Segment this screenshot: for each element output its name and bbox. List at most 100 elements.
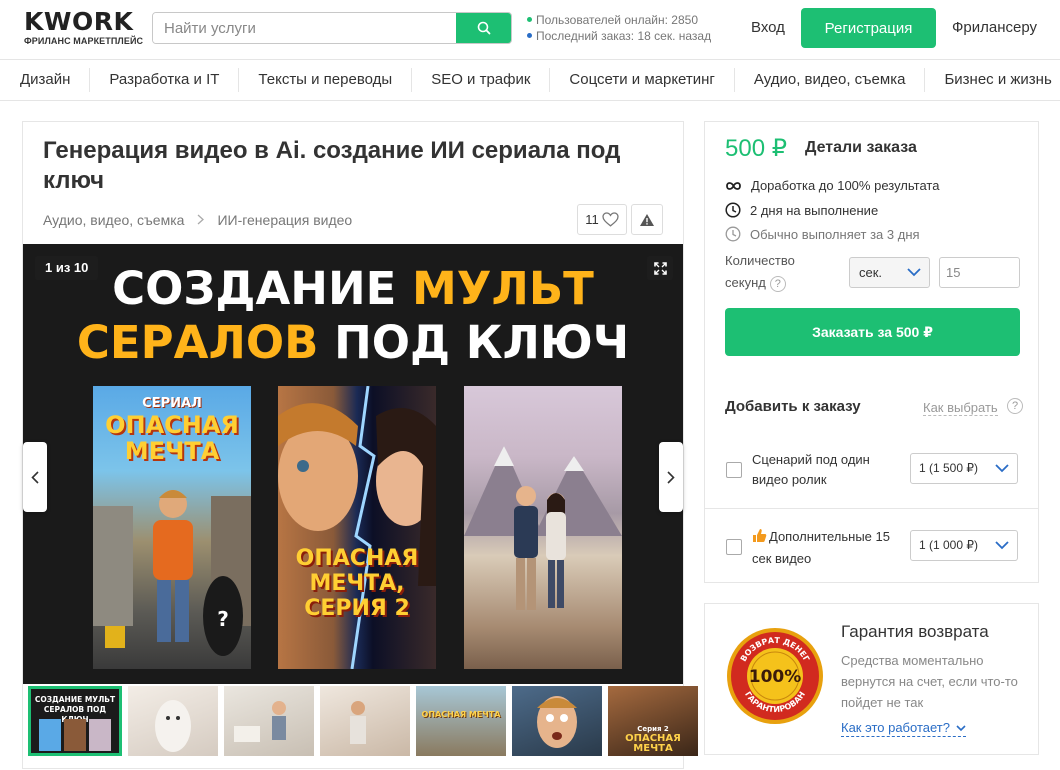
kwork-card: Генерация видео в Ai. создание ИИ сериал… — [22, 121, 698, 769]
poster2-character-image — [278, 386, 436, 669]
poster-couple-mountains — [464, 386, 622, 669]
order-details-title: Детали заказа — [805, 139, 917, 156]
register-button[interactable]: Регистрация — [801, 8, 936, 48]
gallery-headline: СОЗДАНИЕ МУЛЬТ СЕРАЛОВ ПОД КЛЮЧ — [23, 262, 683, 370]
headline-yellow-1: МУЛЬТ — [412, 262, 594, 315]
unit-select[interactable]: сек. — [849, 257, 930, 288]
thumbnail-2[interactable] — [128, 686, 218, 756]
breadcrumb-item-ai-video[interactable]: ИИ-генерация видео — [217, 212, 352, 228]
search-button[interactable] — [456, 13, 511, 43]
help-icon[interactable]: ? — [1007, 398, 1023, 414]
clock-icon — [725, 202, 741, 218]
guarantee-seal-icon: 100% ВОЗВРАТ ДЕНЕГ ГАРАНТИРОВАН — [727, 628, 823, 724]
extra-seconds-checkbox[interactable] — [726, 539, 742, 555]
chevron-down-icon — [956, 725, 966, 732]
poster1-character-image: ? — [93, 490, 251, 656]
thumbnail-3[interactable] — [224, 686, 314, 756]
thumbnail-5-caption: ОПАСНАЯ МЕЧТА — [421, 710, 501, 719]
thumbnail-6-image — [537, 696, 577, 748]
category-seo[interactable]: SEO и трафик — [412, 68, 551, 92]
expand-icon — [653, 261, 667, 275]
order-dot-icon — [527, 33, 532, 39]
chevron-right-icon — [667, 470, 675, 484]
freelancer-link[interactable]: Фрилансеру — [952, 19, 1037, 36]
headline-white-2: ПОД КЛЮЧ — [318, 316, 630, 369]
logo-subtitle: ФРИЛАНС МАРКЕТПЛЕЙС — [24, 36, 144, 46]
category-business[interactable]: Бизнес и жизнь — [925, 68, 1060, 92]
extra-script-checkbox[interactable] — [726, 462, 742, 478]
thumbnail-5[interactable]: ОПАСНАЯ МЕЧТА — [416, 686, 506, 756]
breadcrumb-item-audio-video[interactable]: Аудио, видео, съемка — [43, 212, 184, 228]
thumbnail-2-image — [155, 700, 191, 752]
breadcrumb: Аудио, видео, съемка ИИ-генерация видео — [43, 212, 352, 228]
help-icon[interactable]: ? — [769, 275, 786, 292]
guarantee-title: Гарантия возврата — [841, 622, 989, 641]
image-gallery[interactable]: СОЗДАНИЕ МУЛЬТ СЕРАЛОВ ПОД КЛЮЧ СЕРИАЛ О… — [23, 244, 683, 684]
how-it-works-link[interactable]: Как это работает? — [841, 720, 966, 737]
headline-white-1: СОЗДАНИЕ — [112, 262, 413, 315]
infinity-icon — [726, 181, 741, 190]
category-development[interactable]: Разработка и IT — [90, 68, 240, 92]
chevron-down-icon — [995, 541, 1009, 550]
header: KWORK ФРИЛАНС МАРКЕТПЛЕЙС Пользователей … — [0, 0, 1060, 58]
favorite-button[interactable]: 11 — [577, 204, 627, 235]
login-link[interactable]: Вход — [751, 19, 785, 36]
order-panel: 500 ₽ Детали заказа Доработка до 100% ре… — [704, 121, 1039, 583]
quantity-label: Количество секунд? — [725, 250, 795, 294]
add-to-order-title: Добавить к заказу — [725, 398, 861, 415]
chevron-down-icon — [907, 268, 921, 277]
thumbnail-7[interactable]: Серия 2 ОПАСНАЯ МЕЧТА — [608, 686, 698, 756]
clock-outline-icon — [725, 226, 741, 242]
poster3-couple-image — [464, 446, 622, 610]
online-users: Пользователей онлайн: 2850 — [536, 13, 698, 27]
feature-duration: 2 дня на выполнение — [725, 202, 878, 218]
thumbnail-4[interactable] — [320, 686, 410, 756]
quantity-label-line2: секунд — [725, 275, 766, 290]
poster-dangerous-dream: СЕРИАЛ ОПАСНАЯ МЕЧТА ? — [93, 386, 251, 669]
poster2-title-line1: ОПАСНАЯ — [295, 546, 419, 571]
extra-script-select[interactable]: 1 (1 500 ₽) — [910, 453, 1018, 484]
feature-revision: Доработка до 100% результата — [725, 178, 939, 193]
chevron-left-icon — [31, 470, 39, 484]
logo-text: KWORK — [24, 7, 134, 36]
quantity-input[interactable]: 15 — [939, 257, 1020, 288]
thumbnail-1[interactable]: СОЗДАНИЕ МУЛЬТ СЕРАЛОВ ПОД КЛЮЧ — [28, 686, 122, 756]
category-texts[interactable]: Тексты и переводы — [239, 68, 413, 92]
thumbnail-1-line1: СОЗДАНИЕ МУЛЬТ — [34, 695, 116, 704]
chevron-right-icon — [197, 212, 205, 228]
thumbnail-7-caption: Серия 2 ОПАСНАЯ МЕЧТА — [608, 724, 698, 754]
poster2-title-line2: МЕЧТА, — [309, 571, 405, 596]
order-button[interactable]: Заказать за 500 ₽ — [725, 308, 1020, 356]
warning-icon — [640, 213, 654, 226]
favorite-count: 11 — [585, 212, 599, 227]
thumbnail-6[interactable] — [512, 686, 602, 756]
report-button[interactable] — [631, 204, 663, 235]
chevron-down-icon — [995, 464, 1009, 473]
category-audio-video[interactable]: Аудио, видео, съемка — [735, 68, 926, 92]
fullscreen-button[interactable] — [647, 256, 673, 280]
logo[interactable]: KWORK ФРИЛАНС МАРКЕТПЛЕЙС — [24, 7, 144, 47]
gallery-next-button[interactable] — [659, 442, 683, 512]
unit-select-value: сек. — [859, 265, 883, 280]
page-title: Генерация видео в Ai. создание ИИ сериал… — [43, 137, 621, 194]
gallery-prev-button[interactable] — [23, 442, 47, 512]
poster2-title: ОПАСНАЯ МЕЧТА, СЕРИЯ 2 — [278, 546, 436, 621]
headline-yellow-2: СЕРАЛОВ — [76, 316, 319, 369]
search-box — [152, 12, 512, 44]
thumbnail-7-line3: МЕЧТА — [633, 743, 673, 754]
extra-seconds-label-wrap: Дополнительные 15 сек видео — [752, 527, 902, 569]
extra-script-label: Сценарий под один видео ролик — [752, 452, 870, 487]
feature-usually-text: Обычно выполняет за 3 дня — [750, 226, 920, 242]
feature-revision-text: Доработка до 100% результата — [751, 178, 940, 193]
thumbnail-strip: СОЗДАНИЕ МУЛЬТ СЕРАЛОВ ПОД КЛЮЧ ОПАСНАЯ … — [23, 686, 698, 760]
guarantee-text: Средства моментально вернутся на счет, е… — [841, 653, 1018, 710]
online-dot-icon — [527, 17, 532, 23]
last-order: Последний заказ: 18 сек. назад — [536, 29, 712, 43]
how-to-choose-link[interactable]: Как выбрать — [923, 400, 998, 416]
extra-seconds-label: Дополнительные 15 сек видео — [752, 529, 890, 566]
category-design[interactable]: Дизайн — [0, 68, 91, 92]
search-input[interactable] — [153, 13, 457, 43]
category-social[interactable]: Соцсети и маркетинг — [550, 68, 735, 92]
how-it-works-text: Как это работает? — [841, 720, 950, 735]
extra-seconds-select[interactable]: 1 (1 000 ₽) — [910, 530, 1018, 561]
